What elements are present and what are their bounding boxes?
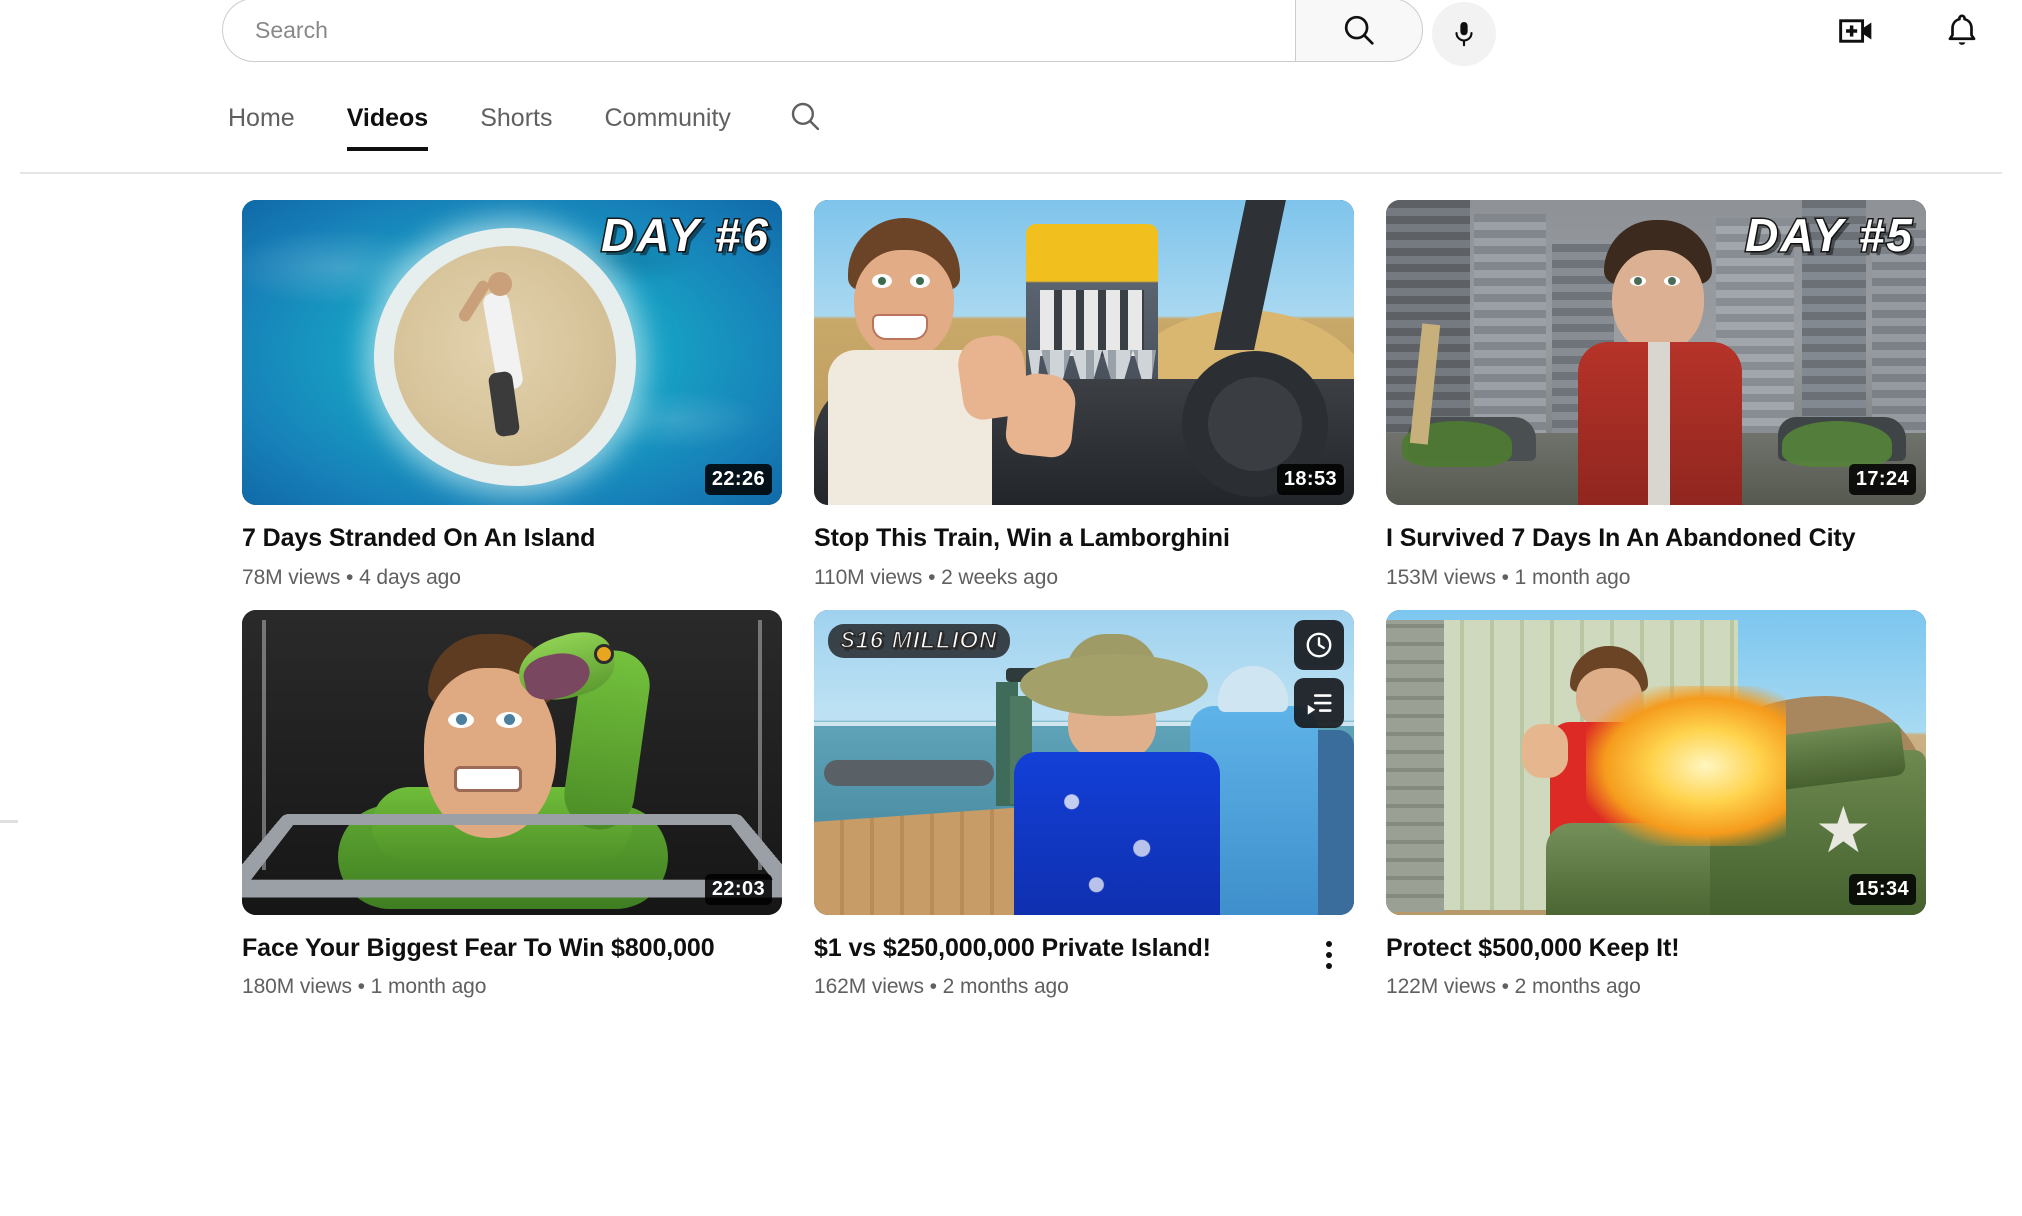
video-card: DAY #6 22:26 7 Days Stranded On An Islan… xyxy=(242,200,782,590)
video-thumbnail[interactable]: $16 MILLION xyxy=(814,610,1354,915)
stats-separator: • xyxy=(346,566,353,589)
video-meta: I Survived 7 Days In An Abandoned City 1… xyxy=(1386,505,1926,590)
tank-star-icon: ★ xyxy=(1815,798,1872,862)
watch-later-clock-icon xyxy=(1304,630,1334,660)
thumbnail-art-train xyxy=(814,200,1354,505)
video-views: 110M views xyxy=(814,566,922,589)
video-meta: Protect $500,000 Keep It! 122M views • 2… xyxy=(1386,915,1926,1000)
video-thumbnail[interactable]: 22:03 xyxy=(242,610,782,915)
stats-separator: • xyxy=(358,975,365,998)
kebab-dot xyxy=(1326,963,1332,969)
video-duration: 22:03 xyxy=(705,874,772,905)
thumbnail-art-snake-box xyxy=(242,610,782,915)
video-title[interactable]: $1 vs $250,000,000 Private Island! xyxy=(814,933,1294,965)
add-to-queue-button[interactable] xyxy=(1294,678,1344,728)
channel-tabs: Home Videos Shorts Community xyxy=(0,98,2022,172)
search-box[interactable] xyxy=(222,0,1295,62)
video-duration: 18:53 xyxy=(1277,464,1344,495)
more-options-button[interactable] xyxy=(1312,933,1346,977)
microphone-icon xyxy=(1449,19,1479,49)
video-meta: $1 vs $250,000,000 Private Island! 162M … xyxy=(814,915,1354,1000)
thumbnail-overlay-text: DAY #5 xyxy=(1745,208,1914,262)
video-views: 180M views xyxy=(242,975,352,998)
tab-community[interactable]: Community xyxy=(604,100,730,151)
thumbnail-overlay-text: DAY #6 xyxy=(601,208,770,262)
video-title[interactable]: 7 Days Stranded On An Island xyxy=(242,523,722,555)
sidebar-edge-divider xyxy=(0,820,18,823)
video-published: 4 days ago xyxy=(359,566,461,589)
video-published: 2 weeks ago xyxy=(941,566,1058,589)
video-duration: 17:24 xyxy=(1849,464,1916,495)
kebab-dot xyxy=(1326,952,1332,958)
kebab-dot xyxy=(1326,941,1332,947)
video-title[interactable]: Protect $500,000 Keep It! xyxy=(1386,933,1866,965)
video-stats: 153M views • 1 month ago xyxy=(1386,566,1926,590)
video-views: 78M views xyxy=(242,566,340,589)
tab-videos[interactable]: Videos xyxy=(347,100,429,151)
stats-separator: • xyxy=(928,566,935,589)
video-title[interactable]: Face Your Biggest Fear To Win $800,000 xyxy=(242,933,722,965)
video-title[interactable]: Stop This Train, Win a Lamborghini xyxy=(814,523,1294,555)
thumbnail-overlay-text: $16 MILLION xyxy=(828,624,1010,658)
channel-search-button[interactable] xyxy=(787,98,823,153)
video-published: 2 months ago xyxy=(1515,975,1641,998)
masthead xyxy=(0,0,2022,62)
video-published: 1 month ago xyxy=(371,975,487,998)
notifications-bell-icon xyxy=(1943,12,1981,50)
video-stats: 122M views • 2 months ago xyxy=(1386,975,1926,999)
video-thumbnail[interactable]: DAY #6 22:26 xyxy=(242,200,782,505)
video-card: DAY #5 17:24 I Survived 7 Days In An Aba… xyxy=(1386,200,1926,590)
video-thumbnail[interactable]: DAY #5 17:24 xyxy=(1386,200,1926,505)
video-title[interactable]: I Survived 7 Days In An Abandoned City xyxy=(1386,523,1866,555)
video-stats: 110M views • 2 weeks ago xyxy=(814,566,1354,590)
video-views: 162M views xyxy=(814,975,924,998)
tabs-divider xyxy=(20,172,2002,174)
notifications-button[interactable] xyxy=(1942,11,1982,51)
stats-separator: • xyxy=(1502,975,1509,998)
masthead-right-icons xyxy=(1836,0,1982,62)
video-card: 18:53 Stop This Train, Win a Lamborghini… xyxy=(814,200,1354,590)
stats-separator: • xyxy=(1502,566,1509,589)
video-thumbnail[interactable]: 18:53 xyxy=(814,200,1354,505)
youtube-channel-videos-page: Home Videos Shorts Community DAY #6 xyxy=(0,0,2022,1216)
create-video-icon xyxy=(1837,12,1875,50)
video-stats: 180M views • 1 month ago xyxy=(242,975,782,999)
video-stats: 78M views • 4 days ago xyxy=(242,566,782,590)
video-meta: Face Your Biggest Fear To Win $800,000 1… xyxy=(242,915,782,1000)
video-card: $16 MILLION xyxy=(814,610,1354,1000)
video-duration: 15:34 xyxy=(1849,874,1916,905)
thumbnail-art-money-tank: ★ xyxy=(1386,610,1926,915)
thumbnail-hover-actions xyxy=(1294,620,1344,728)
video-published: 2 months ago xyxy=(943,975,1069,998)
voice-search-button[interactable] xyxy=(1432,2,1496,66)
search-tab-icon xyxy=(787,98,823,134)
video-stats: 162M views • 2 months ago xyxy=(814,975,1354,999)
search-bar xyxy=(222,0,1423,62)
video-meta: 7 Days Stranded On An Island 78M views •… xyxy=(242,505,782,590)
video-meta: Stop This Train, Win a Lamborghini 110M … xyxy=(814,505,1354,590)
add-to-queue-icon xyxy=(1304,688,1334,718)
search-submit-button[interactable] xyxy=(1295,0,1423,62)
watch-later-button[interactable] xyxy=(1294,620,1344,670)
video-thumbnail[interactable]: ★ 15:34 xyxy=(1386,610,1926,915)
video-grid: DAY #6 22:26 7 Days Stranded On An Islan… xyxy=(242,200,1954,999)
tab-home[interactable]: Home xyxy=(228,100,295,151)
search-input[interactable] xyxy=(255,17,1295,44)
video-card: ★ 15:34 Protect $500,000 Keep It! 122M v… xyxy=(1386,610,1926,1000)
stats-separator: • xyxy=(930,975,937,998)
video-views: 153M views xyxy=(1386,566,1496,589)
video-views: 122M views xyxy=(1386,975,1496,998)
tab-shorts[interactable]: Shorts xyxy=(480,100,552,151)
search-icon xyxy=(1340,11,1378,49)
create-button[interactable] xyxy=(1836,11,1876,51)
video-published: 1 month ago xyxy=(1515,566,1631,589)
video-duration: 22:26 xyxy=(705,464,772,495)
video-card: 22:03 Face Your Biggest Fear To Win $800… xyxy=(242,610,782,1000)
